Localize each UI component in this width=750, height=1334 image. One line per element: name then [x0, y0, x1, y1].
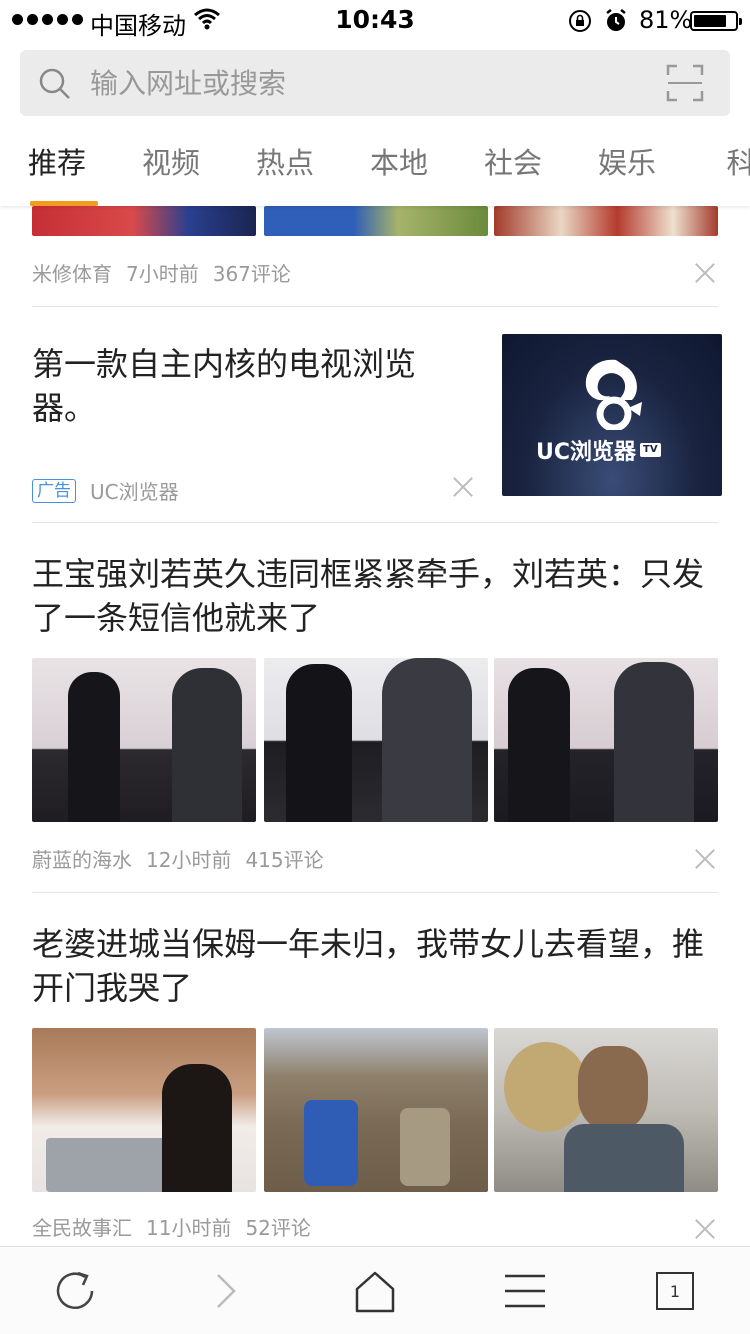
news-comments: 367评论 — [212, 262, 291, 286]
alarm-icon — [606, 9, 626, 31]
tab-society[interactable]: 社会 — [456, 130, 570, 206]
ad-source: UC浏览器 — [90, 480, 179, 504]
dismiss-icon[interactable] — [694, 262, 716, 284]
news-meta: 米修体育 7小时前 367评论 — [32, 258, 291, 287]
news-time: 7小时前 — [126, 262, 199, 286]
battery-percent: 81% — [639, 6, 693, 34]
refresh-button[interactable] — [25, 1247, 125, 1334]
tab-recommended[interactable]: 推荐 — [0, 130, 114, 206]
forward-icon — [217, 1274, 236, 1308]
tab-video[interactable]: 视频 — [114, 130, 228, 206]
news-thumbnail[interactable] — [494, 1028, 718, 1192]
ad-image-caption: UC浏览器 TV — [536, 434, 661, 466]
news-thumbnail[interactable] — [264, 206, 488, 236]
news-thumbnail[interactable] — [264, 658, 488, 822]
ad-image[interactable]: UC浏览器 TV — [502, 334, 722, 496]
news-source: 蔚蓝的海水 — [32, 848, 132, 872]
uc-squirrel-logo-icon — [585, 359, 642, 430]
tab-label: 本地 — [369, 146, 428, 180]
divider — [32, 306, 718, 307]
bottom-toolbar: 1 — [0, 1246, 750, 1334]
divider — [32, 522, 718, 523]
news-meta: 蔚蓝的海水 12小时前 415评论 — [32, 844, 324, 873]
tab-label: 社会 — [483, 146, 542, 180]
ad-title[interactable]: 第一款自主内核的电视浏览器。 — [32, 342, 452, 430]
ad-image-caption-text: UC浏览器 — [536, 440, 637, 465]
news-title[interactable]: 王宝强刘若英久违同框紧紧牵手，刘若英：只发了一条短信他就来了 — [32, 552, 722, 640]
tab-hot[interactable]: 热点 — [228, 130, 342, 206]
tab-label: 推荐 — [27, 146, 86, 180]
tabs-button[interactable]: 1 — [625, 1247, 725, 1334]
search-input[interactable] — [90, 60, 650, 106]
news-thumbnail[interactable] — [264, 1028, 488, 1192]
news-title[interactable]: 老婆进城当保姆一年未归，我带女儿去看望，推开门我哭了 — [32, 922, 722, 1010]
refresh-icon — [56, 1271, 94, 1309]
dismiss-icon[interactable] — [694, 848, 716, 870]
tabs-icon: 1 — [656, 1272, 694, 1310]
news-source: 全民故事汇 — [32, 1216, 132, 1240]
battery-fill — [694, 15, 727, 27]
tabs-count: 1 — [669, 1281, 681, 1301]
home-button[interactable] — [325, 1247, 425, 1334]
forward-button[interactable] — [175, 1247, 275, 1334]
news-thumbnail[interactable] — [32, 206, 256, 236]
ad-meta: 广告 UC浏览器 — [32, 476, 179, 505]
tab-local[interactable]: 本地 — [342, 130, 456, 206]
scan-icon[interactable] — [666, 64, 704, 102]
tab-tech[interactable]: 科 — [684, 130, 750, 206]
tab-label: 科 — [726, 146, 750, 180]
tv-badge: TV — [640, 443, 661, 457]
menu-button[interactable] — [475, 1247, 575, 1334]
tab-label: 热点 — [255, 146, 314, 180]
tab-label: 视频 — [141, 146, 200, 180]
rotation-lock-icon — [569, 10, 591, 32]
status-time: 10:43 — [335, 5, 415, 34]
news-comments: 415评论 — [245, 848, 324, 872]
ad-badge: 广告 — [32, 478, 76, 503]
news-comments: 52评论 — [245, 1216, 311, 1240]
tab-entertainment[interactable]: 娱乐 — [570, 130, 684, 206]
category-tabs: 推荐 视频 热点 本地 社会 娱乐 科 — [0, 130, 750, 206]
dismiss-icon[interactable] — [694, 1218, 716, 1240]
tab-label: 娱乐 — [597, 146, 656, 180]
home-icon — [355, 1271, 395, 1313]
search-bar[interactable] — [20, 50, 730, 116]
active-tab-indicator — [30, 201, 98, 206]
news-meta: 全民故事汇 11小时前 52评论 — [32, 1212, 311, 1241]
news-thumbnail[interactable] — [494, 206, 718, 236]
news-thumbnail[interactable] — [32, 658, 256, 822]
search-icon — [39, 68, 70, 99]
news-time: 12小时前 — [146, 848, 232, 872]
status-bar: 中国移动 10:43 81% — [0, 0, 750, 40]
news-thumbnail[interactable] — [32, 1028, 256, 1192]
news-source: 米修体育 — [32, 262, 112, 286]
news-thumbnail[interactable] — [494, 658, 718, 822]
dismiss-icon[interactable] — [452, 476, 474, 498]
menu-icon — [505, 1274, 545, 1308]
battery-icon — [690, 11, 742, 31]
divider — [32, 892, 718, 893]
news-time: 11小时前 — [146, 1216, 232, 1240]
news-feed[interactable]: 米修体育 7小时前 367评论 第一款自主内核的电视浏览器。 UC浏览器 TV … — [0, 206, 750, 1246]
